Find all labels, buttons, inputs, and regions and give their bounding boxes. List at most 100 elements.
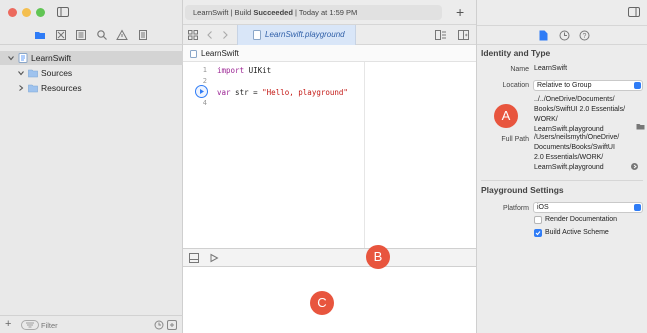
platform-label: Platform bbox=[502, 205, 529, 212]
activity-viewer[interactable]: LearnSwift | Build Succeeded | Today at … bbox=[185, 5, 442, 20]
location-label: Location bbox=[502, 82, 529, 89]
add-library-icon[interactable]: + bbox=[456, 4, 464, 20]
related-items-grid-icon[interactable] bbox=[188, 30, 198, 40]
folder-icon[interactable] bbox=[34, 29, 46, 41]
keyword: import bbox=[217, 66, 245, 75]
play-icon[interactable] bbox=[209, 253, 219, 263]
tree-item-label: Sources bbox=[41, 68, 73, 78]
location-value: Relative to Group bbox=[537, 82, 592, 89]
popup-arrows-icon bbox=[634, 82, 641, 89]
recent-files-icon[interactable] bbox=[154, 320, 164, 330]
activity-suffix: | Today at 1:59 PM bbox=[292, 8, 358, 17]
render-documentation-label: Render Documentation bbox=[545, 216, 617, 223]
path-line: WORK/ bbox=[534, 116, 558, 123]
playground-file-icon bbox=[18, 53, 28, 63]
playground-file-icon bbox=[190, 50, 197, 58]
playground-settings-header: Playground Settings bbox=[481, 185, 564, 195]
file-inspector-icon[interactable] bbox=[539, 30, 548, 41]
line-number: 1 bbox=[202, 66, 207, 74]
code-line: import UIKit bbox=[217, 66, 271, 75]
line-number: 2 bbox=[202, 77, 207, 85]
hide-debug-area-icon[interactable] bbox=[189, 253, 199, 263]
playground-file-icon bbox=[253, 30, 261, 40]
string-literal: "Hello, playground" bbox=[262, 88, 348, 97]
source-control-filter-icon[interactable] bbox=[167, 320, 177, 330]
full-path-label: Full Path bbox=[501, 136, 529, 143]
tree-item-learnswift[interactable]: LearnSwift bbox=[0, 51, 183, 65]
test-navigator-icon[interactable] bbox=[137, 29, 149, 41]
adjust-editor-options-icon[interactable] bbox=[435, 30, 447, 40]
chevron-right-icon[interactable] bbox=[17, 84, 25, 92]
build-active-scheme-checkbox[interactable] bbox=[534, 229, 542, 237]
code-text: UIKit bbox=[244, 66, 272, 75]
debug-bar bbox=[183, 248, 476, 267]
history-inspector-icon[interactable] bbox=[559, 30, 570, 41]
tab-label: LearnSwift.playground bbox=[265, 30, 345, 39]
section-divider bbox=[481, 180, 643, 181]
back-chevron-icon[interactable] bbox=[206, 30, 214, 40]
path-line: ../../OneDrive/Documents/ bbox=[534, 96, 615, 103]
relative-path: ../../OneDrive/Documents/ Books/SwiftUI … bbox=[534, 95, 625, 135]
tree-item-label: LearnSwift bbox=[31, 53, 72, 63]
reveal-in-finder-icon[interactable] bbox=[631, 163, 638, 170]
quick-help-icon[interactable]: ? bbox=[579, 30, 590, 41]
path-line: Documents/Books/SwiftUI bbox=[534, 144, 615, 151]
inspector-toggle-icon[interactable] bbox=[628, 7, 640, 17]
chevron-down-icon[interactable] bbox=[17, 69, 25, 77]
callout-b-marker: B bbox=[366, 245, 390, 269]
symbol-navigator-icon[interactable] bbox=[75, 29, 87, 41]
run-to-line-button[interactable] bbox=[195, 85, 208, 98]
location-popup[interactable]: Relative to Group bbox=[533, 80, 643, 91]
path-line: Books/SwiftUI 2.0 Essentials/ bbox=[534, 106, 626, 113]
name-label: Name bbox=[510, 66, 529, 73]
zoom-window-button[interactable] bbox=[36, 8, 45, 17]
keyword: var bbox=[217, 88, 231, 97]
callout-a-marker: A bbox=[494, 104, 518, 128]
line-number-gutter: 1 2 4 bbox=[183, 62, 215, 248]
platform-popup[interactable]: iOS bbox=[533, 202, 643, 213]
filter-options-icon[interactable] bbox=[21, 320, 39, 330]
path-line: 2.0 Essentials/WORK/ bbox=[534, 154, 604, 161]
folder-icon bbox=[28, 68, 38, 78]
tree-item-label: Resources bbox=[41, 83, 82, 93]
search-icon[interactable] bbox=[96, 29, 108, 41]
build-active-scheme-label: Build Active Scheme bbox=[545, 229, 609, 236]
build-status: Succeeded bbox=[253, 8, 293, 17]
issue-warning-icon[interactable] bbox=[116, 29, 128, 41]
popup-arrows-icon bbox=[634, 204, 641, 211]
name-value[interactable]: LearnSwift bbox=[534, 64, 567, 74]
svg-text:?: ? bbox=[583, 33, 587, 40]
sidebar-toggle-icon[interactable] bbox=[57, 7, 69, 17]
path-line: LearnSwift.playground bbox=[534, 164, 604, 171]
navigator-filter-bar: + bbox=[0, 315, 183, 333]
add-icon[interactable]: + bbox=[5, 318, 11, 330]
results-sidebar-divider bbox=[364, 62, 365, 248]
code-line: var str = "Hello, playground" bbox=[217, 88, 348, 97]
filter-input[interactable] bbox=[41, 319, 146, 331]
navigator-selector-bar bbox=[0, 25, 183, 45]
full-path: /Users/neilsmyth/OneDrive/ Documents/Boo… bbox=[534, 133, 619, 173]
callout-c-marker: C bbox=[310, 291, 334, 315]
minimize-window-button[interactable] bbox=[22, 8, 31, 17]
inspector-selector-bar: ? bbox=[477, 25, 647, 45]
add-editor-split-icon[interactable] bbox=[458, 30, 469, 40]
platform-value: iOS bbox=[537, 204, 549, 211]
path-line: /Users/neilsmyth/OneDrive/ bbox=[534, 134, 620, 141]
tree-item-resources[interactable]: Resources bbox=[0, 81, 183, 95]
tree-item-sources[interactable]: Sources bbox=[0, 66, 183, 80]
breadcrumb[interactable]: LearnSwift bbox=[201, 49, 239, 58]
editor-tab-bar: LearnSwift.playground bbox=[183, 25, 476, 45]
choose-folder-icon[interactable] bbox=[636, 123, 645, 130]
render-documentation-checkbox[interactable] bbox=[534, 216, 542, 224]
tab-learnswift-playground[interactable]: LearnSwift.playground bbox=[237, 25, 356, 45]
folder-icon bbox=[28, 83, 38, 93]
source-control-icon[interactable] bbox=[55, 29, 67, 41]
chevron-down-icon[interactable] bbox=[7, 54, 15, 62]
close-window-button[interactable] bbox=[8, 8, 17, 17]
forward-chevron-icon[interactable] bbox=[221, 30, 229, 40]
line-number: 4 bbox=[202, 99, 207, 107]
activity-prefix: LearnSwift | Build bbox=[193, 8, 254, 17]
jump-bar: LearnSwift bbox=[183, 45, 476, 62]
code-text: str = bbox=[230, 88, 263, 97]
identity-and-type-header: Identity and Type bbox=[481, 48, 551, 58]
